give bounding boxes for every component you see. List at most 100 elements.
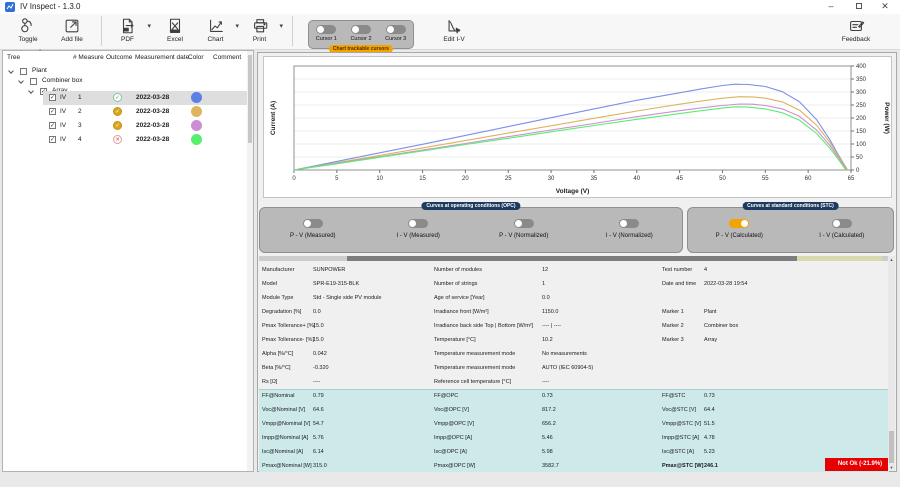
- close-button[interactable]: ✕: [874, 0, 896, 14]
- toolbar-button-label: Excel: [167, 36, 183, 43]
- cursor-group: Cursor 1Cursor 2Cursor 3Chart trackable …: [308, 20, 414, 49]
- measurement-row-1[interactable]: ✓IV1✓2022-03-28: [43, 91, 249, 105]
- tree-column-header[interactable]: Outcome: [106, 54, 132, 61]
- detail-label: Degradation [%]: [262, 305, 301, 319]
- checkbox[interactable]: ✓: [49, 108, 56, 115]
- expand-chevron-icon[interactable]: [18, 78, 24, 84]
- result-value: 64.6: [313, 403, 324, 417]
- checkbox[interactable]: ✓: [49, 122, 56, 129]
- toggle-switch-icon[interactable]: [303, 219, 323, 228]
- tree-column-header[interactable]: Tree: [7, 54, 20, 61]
- svg-text:20: 20: [462, 176, 469, 182]
- toggle-p-v-measured-[interactable]: P - V (Measured): [260, 208, 366, 252]
- measurement-row-2[interactable]: ✓IV2✓2022-03-28: [43, 105, 249, 119]
- toggle-icon: [19, 17, 37, 35]
- detail-label: Beta [%/°C]: [262, 361, 291, 375]
- sort-indicator-icon[interactable]: ˆ: [39, 50, 41, 57]
- feedback-button[interactable]: Feedback: [834, 14, 878, 48]
- toggle-p-v-calculated-[interactable]: P - V (Calculated): [688, 208, 791, 252]
- svg-text:50: 50: [856, 155, 863, 161]
- measure-number: 2: [78, 108, 82, 115]
- tree-node-plant[interactable]: Plant: [3, 67, 243, 77]
- toggle-label: I - V (Normalized): [606, 233, 653, 239]
- pdf-button[interactable]: ▾PDF: [109, 14, 153, 48]
- checkbox[interactable]: ✓: [49, 136, 56, 143]
- dropdown-caret-icon[interactable]: ▾: [147, 22, 151, 30]
- edit-iv-button[interactable]: Edit I-V: [432, 14, 476, 48]
- result-value: 6.14: [313, 445, 324, 459]
- detail-value: 10.2: [542, 333, 553, 347]
- expand-chevron-icon[interactable]: [28, 88, 34, 94]
- scroll-down-icon[interactable]: ▼: [888, 464, 895, 471]
- toggle-switch-icon[interactable]: [408, 219, 428, 228]
- detail-value: 1150.0: [542, 305, 558, 319]
- toggle-switch-icon[interactable]: [316, 25, 336, 34]
- detail-label: Model: [262, 277, 277, 291]
- checkbox[interactable]: [30, 78, 37, 85]
- svg-text:350: 350: [856, 77, 867, 83]
- toolbar-button-label: Add file: [61, 36, 83, 43]
- iv-chart: 0510152025303540455055606505010015020025…: [263, 56, 892, 198]
- color-dot[interactable]: [191, 106, 202, 117]
- dropdown-caret-icon[interactable]: ▾: [279, 22, 283, 30]
- add-file-button[interactable]: Add file: [50, 14, 94, 48]
- result-value: 246.1: [704, 459, 718, 473]
- tree-column-header[interactable]: Color: [188, 54, 204, 61]
- svg-text:15: 15: [419, 176, 426, 182]
- color-dot[interactable]: [191, 120, 202, 131]
- result-value: 5.46: [542, 431, 553, 445]
- maximize-button[interactable]: [848, 0, 870, 14]
- dropdown-caret-icon[interactable]: ▾: [235, 22, 239, 30]
- horizontal-scrollbar[interactable]: [259, 256, 889, 261]
- checkbox[interactable]: [20, 68, 27, 75]
- outcome-error-icon: ✕: [113, 135, 122, 144]
- svg-text:45: 45: [676, 176, 683, 182]
- toggle-i-v-normalized-[interactable]: I - V (Normalized): [577, 208, 683, 252]
- toggle-i-v-measured-[interactable]: I - V (Measured): [366, 208, 472, 252]
- detail-label: Pmax Tollerance+ [%]: [262, 319, 315, 333]
- tree-column-header[interactable]: Measurement date: [135, 54, 189, 61]
- cursor-label: Cursor 1: [316, 36, 337, 42]
- toggle-button[interactable]: Toggle: [6, 14, 50, 48]
- excel-button[interactable]: Excel: [153, 14, 197, 48]
- result-value: 0.79: [313, 389, 324, 403]
- tree-node-combiner-box[interactable]: Combiner box: [3, 77, 243, 87]
- checkbox[interactable]: ✓: [49, 94, 56, 101]
- color-dot[interactable]: [191, 92, 202, 103]
- vertical-scrollbar[interactable]: ▲ ▼: [888, 256, 895, 471]
- vertical-scrollbar-thumb[interactable]: [889, 431, 894, 463]
- chart-button[interactable]: ▾Chart: [197, 14, 241, 48]
- measurement-date: 2022-03-28: [136, 122, 169, 129]
- horizontal-scrollbar-thumb[interactable]: [347, 256, 797, 261]
- toggle-i-v-calculated-[interactable]: I - V (Calculated): [791, 208, 894, 252]
- toggle-p-v-normalized-[interactable]: P - V (Normalized): [471, 208, 577, 252]
- maximize-icon: [856, 3, 862, 9]
- detail-value: -0.320: [313, 361, 329, 375]
- detail-label: Irradiance back side Top | Bottom [W/m²]: [434, 319, 533, 333]
- detail-value: 0.0: [542, 291, 550, 305]
- minimize-button[interactable]: –: [820, 0, 842, 14]
- toolbar: Toggle Add file ▾PDF Excel ▾Chart▾Print Curs…: [0, 14, 900, 50]
- result-label: Vmpp@OPC [V]: [434, 417, 474, 431]
- svg-text:10: 10: [376, 176, 383, 182]
- toggle-switch-icon[interactable]: [729, 219, 749, 228]
- measurement-row-3[interactable]: ✓IV3✓2022-03-28: [43, 119, 249, 133]
- svg-text:200: 200: [856, 116, 867, 122]
- tree-column-header[interactable]: Comment: [213, 54, 241, 61]
- color-dot[interactable]: [191, 134, 202, 145]
- cursor-label: Cursor 3: [385, 36, 406, 42]
- measurement-row-4[interactable]: ✓IV4✕2022-03-28: [43, 133, 249, 147]
- tree-scrollbar[interactable]: [247, 51, 253, 471]
- tree-scrollbar-thumb[interactable]: [248, 55, 252, 143]
- toggle-switch-icon[interactable]: [832, 219, 852, 228]
- expand-chevron-icon[interactable]: [8, 68, 14, 74]
- toggle-switch-icon[interactable]: [386, 25, 406, 34]
- toggle-switch-icon[interactable]: [514, 219, 534, 228]
- toggle-switch-icon[interactable]: [619, 219, 639, 228]
- svg-text:100: 100: [856, 142, 867, 148]
- print-button[interactable]: ▾Print: [241, 14, 285, 48]
- toggle-switch-icon[interactable]: [351, 25, 371, 34]
- detail-label: Alpha [%/°C]: [262, 347, 293, 361]
- tree-column-header[interactable]: # Measure: [73, 54, 104, 61]
- scroll-up-icon[interactable]: ▲: [888, 256, 895, 263]
